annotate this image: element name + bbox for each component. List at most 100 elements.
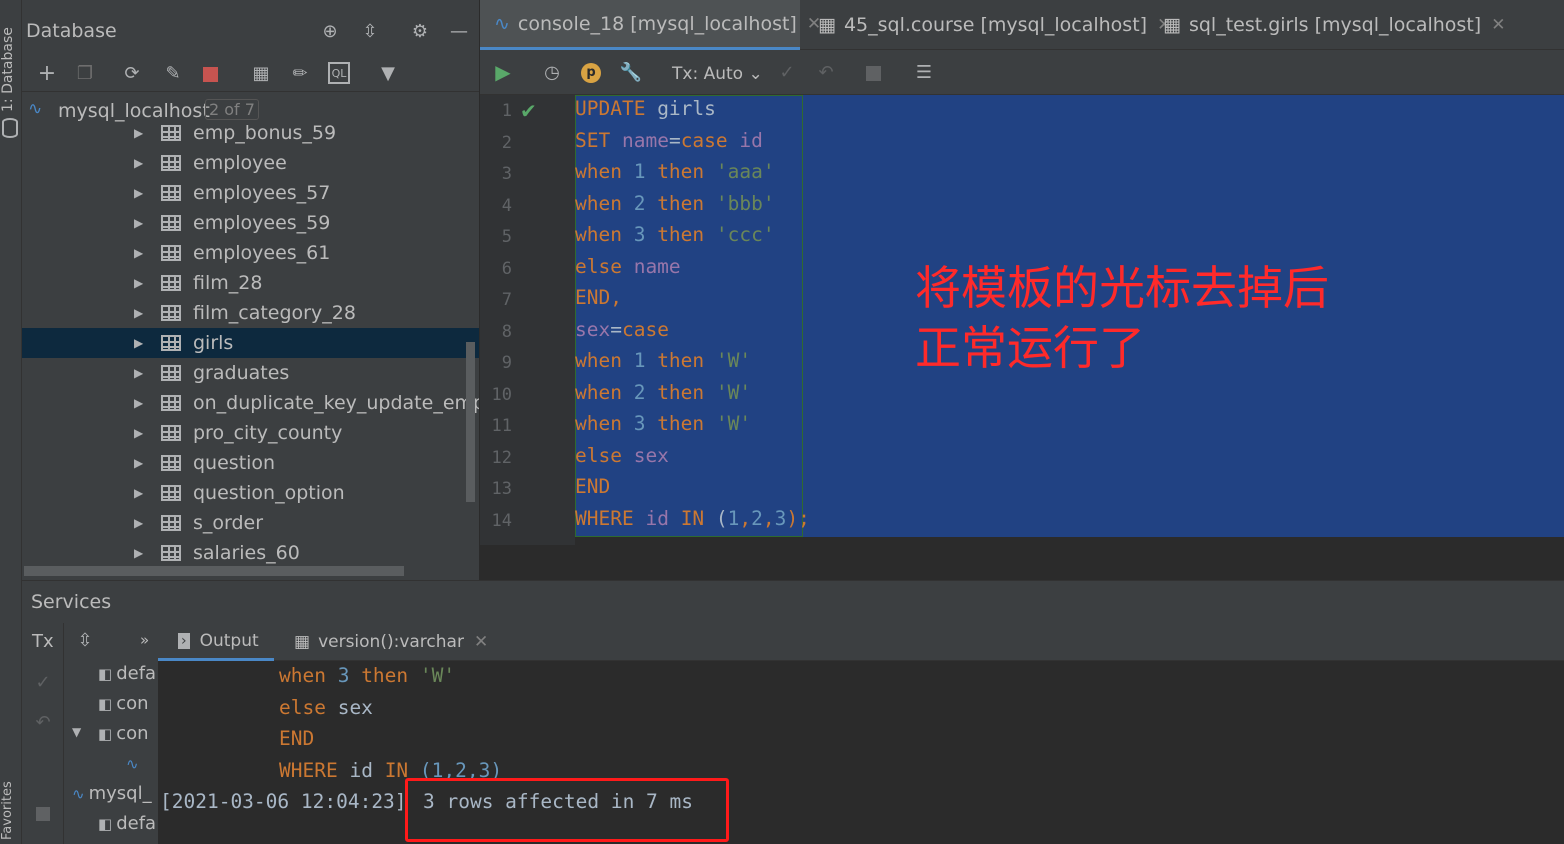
database-tool-button[interactable]: 1: Database	[0, 27, 16, 112]
table-view-icon[interactable]: ▦	[250, 62, 272, 84]
add-icon[interactable]: +	[36, 61, 58, 86]
tx-mode-select[interactable]: Tx: Auto ⌄	[672, 64, 763, 84]
mysql-dolphin-icon: ∿	[72, 785, 85, 803]
services-title: Services	[31, 591, 112, 613]
stop-icon[interactable]	[866, 66, 881, 81]
ql-console-icon[interactable]: QL	[328, 62, 350, 84]
more-icon[interactable]: »	[140, 631, 149, 649]
tab-output[interactable]: › Output	[158, 623, 274, 661]
tree-item[interactable]: ▶ s_order	[22, 508, 479, 538]
tree-item[interactable]: ▶ employees_57	[22, 178, 479, 208]
log-timestamp: [2021-03-06 12:04:23]	[160, 790, 407, 813]
line-number: 4	[501, 195, 512, 216]
expand-arrow-icon[interactable]: ▶	[134, 516, 143, 530]
expand-arrow-icon[interactable]: ▶	[134, 186, 143, 200]
expand-arrow-icon[interactable]: ▶	[134, 396, 143, 410]
stop-icon[interactable]	[203, 67, 218, 82]
output-layout-icon[interactable]: ☰	[913, 61, 935, 83]
expand-arrow-icon[interactable]: ▶	[134, 546, 143, 560]
tree-item[interactable]: ▶ graduates	[22, 358, 479, 388]
close-icon[interactable]: ✕	[474, 632, 488, 652]
tab-label: sql_test.girls [mysql_localhost]	[1188, 14, 1482, 36]
expand-arrow-icon[interactable]: ▶	[134, 336, 143, 350]
editor-tabs: ∿ console_18 [mysql_localhost] ✕ ▦ 45_sq…	[480, 0, 1564, 50]
tab-course[interactable]: ▦ 45_sql.course [mysql_localhost] ✕	[810, 0, 1171, 50]
tree-item[interactable]: ▶ employees_59	[22, 208, 479, 238]
expand-arrow-icon[interactable]: ▶	[134, 126, 143, 140]
tx-button[interactable]: Tx	[32, 631, 54, 652]
stop-icon[interactable]	[36, 807, 50, 821]
session-icon: ◧	[98, 815, 113, 833]
expand-arrow-icon[interactable]: ▶	[134, 486, 143, 500]
schema-icon[interactable]: ✎	[162, 62, 184, 84]
services-tree-item[interactable]: ◧ con	[98, 723, 158, 744]
tree-item[interactable]: ▶ employee	[22, 148, 479, 178]
code-token: (	[715, 506, 728, 530]
rollback-icon[interactable]: ↶	[32, 711, 54, 733]
code-token: ,	[762, 506, 775, 530]
expand-arrow-icon[interactable]: ▶	[134, 246, 143, 260]
code-token: 2	[633, 191, 658, 215]
services-tree-item[interactable]: ∿ mysql_	[72, 783, 158, 804]
expand-arrow-icon[interactable]: ▶	[134, 156, 143, 170]
expand-arrow-icon[interactable]: ▶	[134, 216, 143, 230]
expand-arrow-icon[interactable]: ▶	[134, 366, 143, 380]
tree-item-label: employees_59	[193, 212, 331, 234]
commit-icon[interactable]: ✓	[32, 671, 54, 693]
services-tree: Tx ✓ ↶ ▬ ⇳ » ◧defa◧con◧con∿∿mysql_◧defa▼	[22, 623, 158, 844]
tree-item[interactable]: ▶ question	[22, 448, 479, 478]
tree-item[interactable]: ▶ employees_61	[22, 238, 479, 268]
collapse-all-icon[interactable]: ⇳	[359, 20, 381, 42]
filter-icon[interactable]: ▼	[377, 62, 399, 84]
services-tree-item[interactable]: ◧ con	[98, 693, 158, 714]
tab-version-result[interactable]: ▦ version():varchar ✕	[292, 623, 488, 661]
tree-item[interactable]: ▶ film_28	[22, 268, 479, 298]
vertical-scrollbar[interactable]	[466, 342, 475, 502]
code-token: 3	[633, 412, 658, 435]
collapse-icon[interactable]: ⇳	[74, 629, 96, 651]
code-token: 'W'	[715, 380, 752, 404]
tree-item[interactable]: ▶ salaries_60	[22, 538, 479, 568]
code-line: END,	[575, 286, 622, 317]
output-console[interactable]: when 3 then 'W' else sex END WHERE id IN (1…	[158, 661, 1564, 844]
services-tree-item[interactable]: ∿	[126, 753, 158, 774]
tree-item[interactable]: ▶ film_category_28	[22, 298, 479, 328]
code-line: when 3 then 'W'	[575, 412, 751, 443]
favorites-tool-button[interactable]: Favorites	[0, 781, 15, 840]
services-tree-item[interactable]: ◧ defa	[98, 663, 158, 684]
rollback-icon[interactable]: ↶	[815, 61, 837, 83]
explain-plan-icon[interactable]: p	[581, 63, 601, 83]
table-icon	[161, 245, 181, 261]
duplicate-icon[interactable]: ❐	[74, 62, 96, 84]
tree-item[interactable]: ▶ girls	[22, 328, 479, 358]
run-icon[interactable]: ▶	[492, 60, 514, 84]
services-tree-item[interactable]: ◧ defa	[98, 813, 158, 834]
tree-item-label: employees_61	[193, 242, 331, 264]
tree-item[interactable]: ▶ emp_bonus_59	[22, 118, 479, 148]
gear-icon[interactable]: ⚙	[409, 20, 431, 42]
refresh-icon[interactable]: ⟳	[121, 62, 143, 84]
commit-icon[interactable]: ✓	[776, 61, 798, 83]
horizontal-scrollbar[interactable]	[24, 566, 404, 576]
tree-item[interactable]: ▶ pro_city_county	[22, 418, 479, 448]
code-token: else	[575, 443, 634, 467]
crosshair-icon[interactable]: ⊕	[319, 20, 341, 42]
tab-girls[interactable]: ▦ sql_test.girls [mysql_localhost] ✕	[1155, 0, 1505, 50]
expand-arrow-icon[interactable]: ▶	[134, 426, 143, 440]
expand-arrow-icon[interactable]: ▼	[72, 725, 81, 739]
expand-arrow-icon[interactable]: ▶	[134, 456, 143, 470]
tree-item[interactable]: ▶ question_option	[22, 478, 479, 508]
history-icon[interactable]: ◷	[541, 61, 563, 83]
expand-arrow-icon[interactable]: ▶	[134, 306, 143, 320]
tree-item[interactable]: ▶ on_duplicate_key_update_employ	[22, 388, 479, 418]
minimize-icon[interactable]: —	[448, 20, 470, 42]
session-icon: ◧	[98, 725, 113, 743]
edit-icon[interactable]: ✏	[289, 62, 311, 84]
settings-wrench-icon[interactable]: 🔧	[620, 61, 642, 83]
tab-console-18[interactable]: ∿ console_18 [mysql_localhost] ✕	[480, 0, 821, 50]
editor-toolbar: ▶ ◷ p 🔧 Tx: Auto ⌄ ✓ ↶ ☰	[480, 50, 1564, 95]
close-icon[interactable]: ✕	[1491, 15, 1505, 35]
database-panel: Database ⊕ ⇳ ⚙ — + ❐ ⟳ ✎ ▦ ✏ QL ▼ ∿ mysq…	[22, 0, 479, 580]
expand-arrow-icon[interactable]: ▶	[134, 276, 143, 290]
output-line: when 3 then 'W'	[279, 664, 455, 687]
